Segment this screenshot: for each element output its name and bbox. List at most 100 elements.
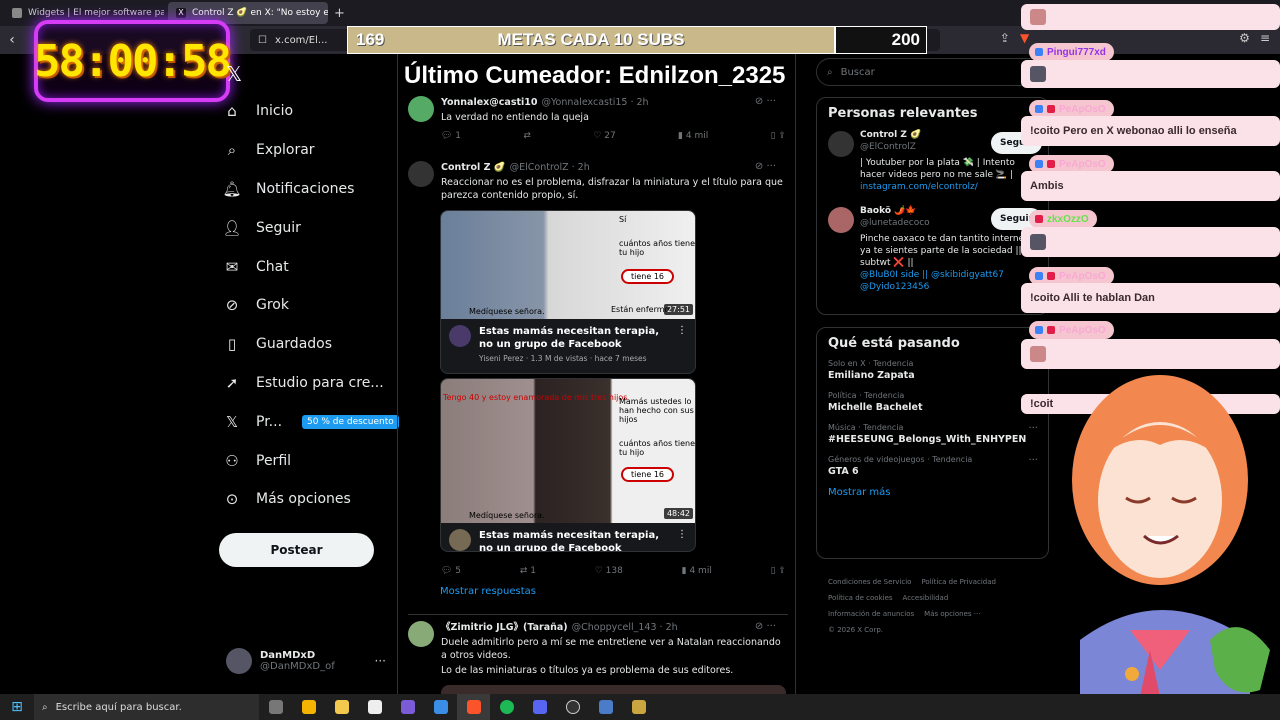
search-icon: ⌕ bbox=[827, 66, 833, 78]
video-thumbnail[interactable]: Tengo 40 y estoy enamorada de mis tres h… bbox=[441, 379, 695, 523]
feed-column: Yonnalex@casti10 @Yonnalexcasti15 · 2h La… bbox=[397, 54, 796, 705]
video-thumbnail[interactable]: Sí cuántos años tiene tu hijo tiene 16 M… bbox=[441, 211, 695, 319]
back-icon[interactable]: ‹ bbox=[0, 32, 24, 48]
chat-username: Pingui777xd bbox=[1029, 43, 1114, 61]
video-card[interactable]: Tengo 40 y estoy enamorada de mis tres h… bbox=[440, 378, 696, 552]
trend-item[interactable]: Géneros de videojuegos · Tendencia GTA 6 ·… bbox=[817, 455, 1048, 477]
views-button[interactable]: ▮ 4 mil bbox=[678, 130, 708, 143]
footer-link[interactable]: Política de cookies bbox=[828, 594, 893, 602]
post-handle: @Yonnalexcasti15 · 2h bbox=[541, 97, 649, 108]
extensions-icon[interactable]: ⚙ bbox=[1239, 31, 1250, 45]
search-icon: ⌕ bbox=[227, 141, 237, 160]
sidebar-item-perfil[interactable]: ⚇ Perfil bbox=[222, 441, 399, 480]
post-actions: 💬︎ 1 ⇄ ♡ 27 ▮ 4 mil ▯ ⇪ bbox=[441, 130, 786, 143]
kebab-menu-icon[interactable]: ⋮ bbox=[677, 325, 687, 367]
file-explorer-icon[interactable] bbox=[325, 694, 358, 720]
obs-icon[interactable] bbox=[556, 694, 589, 720]
video-title[interactable]: Estas mamás necesitan terapia, no un gru… bbox=[479, 325, 669, 351]
repost-button[interactable]: ⇄ 1 bbox=[520, 565, 536, 578]
taskbar-app-icon[interactable] bbox=[622, 694, 655, 720]
grok-more-icon[interactable]: ⊘ ··· bbox=[755, 96, 776, 107]
avatar bbox=[828, 207, 854, 233]
like-button[interactable]: ♡ 27 bbox=[593, 130, 615, 143]
post[interactable]: Control Z 🥑 @ElControlZ · 2h Reaccionar n… bbox=[408, 161, 788, 202]
post[interactable]: Yonnalex@casti10 @Yonnalexcasti15 · 2h La… bbox=[408, 96, 788, 143]
sidebar-item-guardados[interactable]: ▯ Guardados bbox=[222, 325, 399, 364]
bookmark-star-icon[interactable]: ☐ bbox=[258, 35, 267, 46]
sidebar-item-grok[interactable]: ⊘ Grok bbox=[222, 286, 399, 325]
badge-icon bbox=[1035, 272, 1043, 280]
person-card[interactable]: Control Z 🥑 @ElControlZ | Youtuber por l… bbox=[817, 129, 1048, 193]
bookmark-icon[interactable]: ▯ ⇪ bbox=[771, 565, 786, 578]
sidebar-item-explorar[interactable]: ⌕ Explorar bbox=[222, 131, 399, 170]
video-card[interactable]: Sí cuántos años tiene tu hijo tiene 16 M… bbox=[440, 210, 696, 374]
screen: { "browser": { "tabs": [ {"title": "Widg… bbox=[0, 0, 1280, 720]
menu-icon[interactable]: ≡ bbox=[1260, 31, 1270, 45]
footer-link[interactable]: Accesibilidad bbox=[903, 594, 949, 602]
url-text: x.com/El... bbox=[274, 34, 328, 46]
views-button[interactable]: ▮ 4 mil bbox=[682, 565, 712, 578]
show-more-link[interactable]: Mostrar más bbox=[817, 487, 1048, 508]
taskbar-app-icon[interactable] bbox=[589, 694, 622, 720]
grok-more-icon[interactable]: ⊘ ··· bbox=[755, 621, 776, 632]
brave-shield-icon[interactable]: ▼ bbox=[1020, 31, 1029, 45]
post-author[interactable]: Control Z 🥑 bbox=[441, 161, 506, 174]
video-title[interactable]: Estas mamás necesitan terapia, no un gru… bbox=[479, 529, 669, 551]
sidebar-item-estudio[interactable]: ➚ Estudio para cre... bbox=[222, 364, 399, 403]
sidebar-item-seguir[interactable]: 👤︎ Seguir bbox=[222, 208, 399, 247]
trends-panel: Qué está pasando Solo en X · Tendencia Em… bbox=[816, 327, 1049, 559]
new-tab-icon[interactable]: + bbox=[334, 6, 345, 21]
video-meta: Yiseni Perez · 1.3 M de vistas · hace 7 … bbox=[479, 354, 647, 363]
discord-icon[interactable] bbox=[523, 694, 556, 720]
taskbar-app-icon[interactable] bbox=[292, 694, 325, 720]
windows-start-icon[interactable]: ⊞ bbox=[0, 699, 34, 715]
more-icon[interactable]: ··· bbox=[1028, 423, 1038, 434]
sidebar-item-premium[interactable]: 𝕏 Pr... 50 % de descuento bbox=[222, 402, 399, 441]
share-icon[interactable]: ⇪ bbox=[1000, 31, 1010, 45]
person-link[interactable]: instagram.com/elcontrolz/ bbox=[860, 181, 1037, 193]
brave-icon[interactable] bbox=[457, 694, 490, 720]
more-icon[interactable]: ··· bbox=[375, 654, 386, 668]
sidebar-item-chat[interactable]: ✉ Chat bbox=[222, 247, 399, 286]
taskbar-app-icon[interactable] bbox=[358, 694, 391, 720]
discount-badge: 50 % de descuento bbox=[302, 414, 399, 429]
sidebar-item-inicio[interactable]: ⌂ Inicio bbox=[222, 92, 399, 131]
person-link[interactable]: @BluB0I side || @skibidigyatt67 @Dyido12… bbox=[860, 269, 1037, 293]
store-icon[interactable] bbox=[424, 694, 457, 720]
account-switcher[interactable]: DanMDxD @DanMDxD_of ··· bbox=[226, 648, 386, 674]
bookmark-icon[interactable]: ▯ ⇪ bbox=[771, 130, 786, 143]
search-input[interactable]: ⌕ Buscar bbox=[816, 58, 1048, 86]
badge-icon bbox=[1035, 105, 1043, 113]
like-button[interactable]: ♡ 138 bbox=[595, 565, 623, 578]
grok-more-icon[interactable]: ⊘ ··· bbox=[755, 161, 776, 172]
video-info: Estas mamás necesitan terapia, no un gru… bbox=[441, 523, 695, 551]
post-author[interactable]: Yonnalex@casti10 bbox=[441, 96, 538, 109]
trend-item[interactable]: Música · Tendencia #HEESEUNG_Belongs_With… bbox=[817, 423, 1048, 445]
reply-button[interactable]: 💬︎ 5 bbox=[441, 565, 461, 578]
sidebar-item-notificaciones[interactable]: 🔔︎ Notificaciones bbox=[222, 170, 399, 209]
kebab-menu-icon[interactable]: ⋮ bbox=[677, 529, 687, 551]
panel-title: Qué está pasando bbox=[828, 336, 960, 351]
taskbar-app-icon[interactable] bbox=[391, 694, 424, 720]
taskbar-app-icon[interactable] bbox=[259, 694, 292, 720]
emote-icon bbox=[1030, 234, 1046, 250]
reply-button[interactable]: 💬︎ 1 bbox=[441, 130, 461, 143]
sidebar-item-mas-opciones[interactable]: ⊙ Más opciones bbox=[222, 480, 399, 519]
show-replies-link[interactable]: Mostrar respuestas bbox=[440, 586, 536, 597]
x-logo-icon[interactable]: 𝕏 bbox=[226, 62, 242, 86]
post[interactable]: 《Zimitrio JLG》(Taraña) @Choppycell_143 · … bbox=[408, 614, 788, 705]
trend-item[interactable]: Política · TendenciaMichelle Bachelet··· bbox=[817, 391, 1048, 413]
spotify-icon[interactable] bbox=[490, 694, 523, 720]
footer-link[interactable]: Condiciones de Servicio bbox=[828, 578, 911, 586]
post-button[interactable]: Postear bbox=[219, 533, 374, 567]
footer-link[interactable]: Información de anuncios bbox=[828, 610, 914, 618]
post-author[interactable]: 《Zimitrio JLG》(Taraña) bbox=[441, 621, 568, 634]
more-icon[interactable]: ··· bbox=[1028, 455, 1038, 466]
badge-icon bbox=[1047, 326, 1055, 334]
footer-link[interactable]: Más opciones ··· bbox=[924, 610, 980, 618]
person-card[interactable]: Baokö 🌶️🍁 @lunetadecoco Pinche oaxaco te… bbox=[817, 205, 1048, 293]
taskbar-search[interactable]: ⌕ Escribe aquí para buscar. bbox=[34, 694, 259, 720]
footer-link[interactable]: Política de Privacidad bbox=[921, 578, 996, 586]
repost-button[interactable]: ⇄ bbox=[523, 130, 531, 143]
trend-item[interactable]: Solo en X · TendenciaEmiliano Zapata··· bbox=[817, 359, 1048, 381]
